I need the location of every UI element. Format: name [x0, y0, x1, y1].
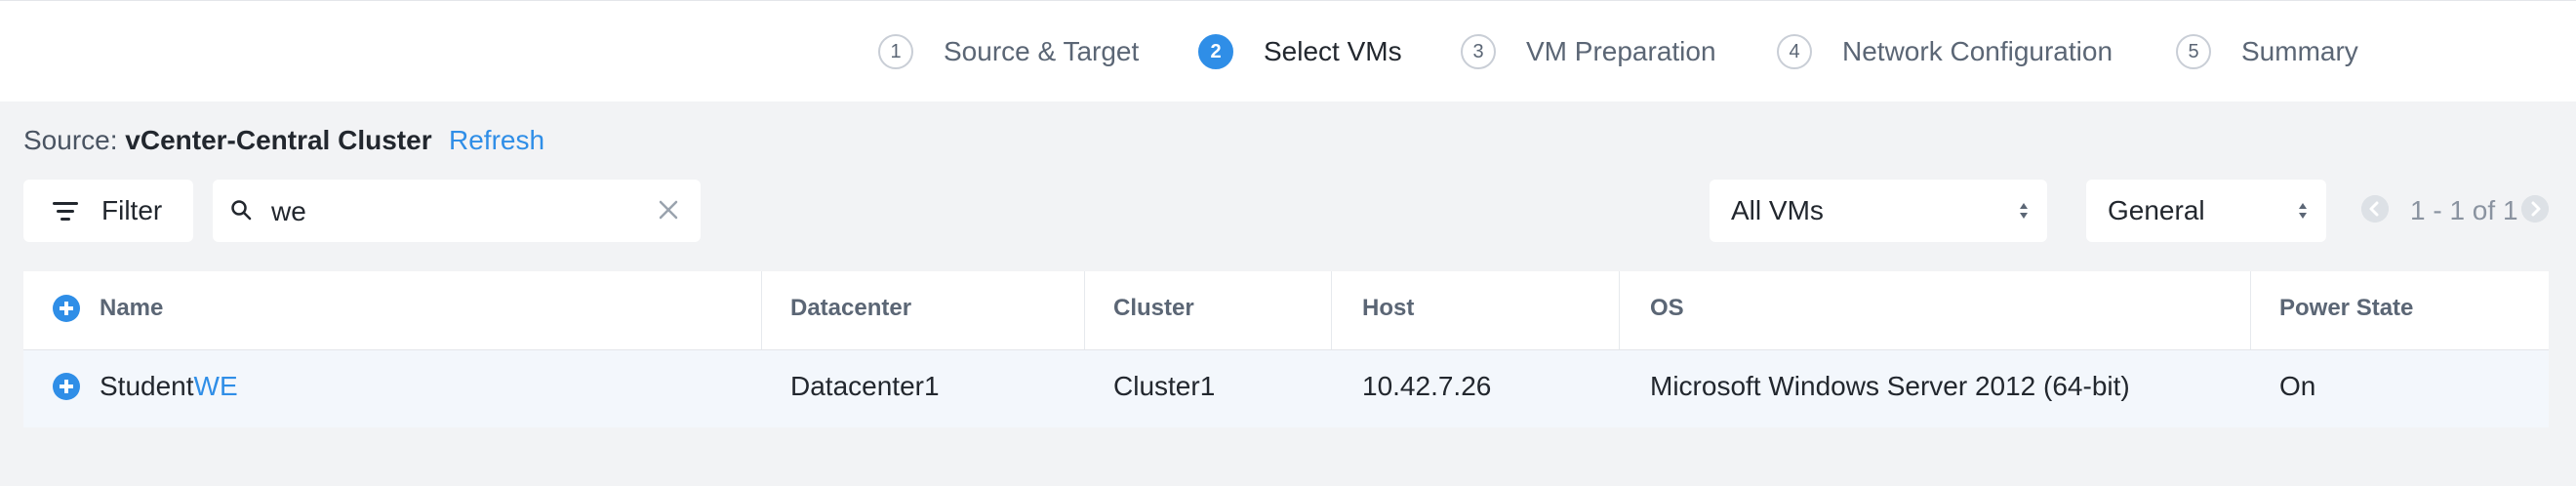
- wizard-header: 1 Source & Target 2 Select VMs 3 VM Prep…: [0, 0, 2576, 101]
- prev-page-icon[interactable]: [2361, 195, 2389, 223]
- pagination: 1 - 1 of 1: [2361, 187, 2556, 234]
- step-label: Summary: [2241, 36, 2358, 66]
- wizard-step-vm-preparation[interactable]: 3 VM Preparation: [1461, 32, 1716, 71]
- step-label: VM Preparation: [1526, 36, 1716, 66]
- os-cell: Microsoft Windows Server 2012 (64-bit): [1650, 371, 2130, 401]
- step-label: Source & Target: [944, 36, 1140, 66]
- table-row[interactable]: [23, 350, 2549, 427]
- column-header-name[interactable]: Name: [100, 295, 163, 322]
- wizard-step-summary[interactable]: 5 Summary: [2176, 32, 2358, 71]
- add-row-icon[interactable]: [53, 373, 80, 400]
- datacenter-cell: Datacenter1: [790, 371, 940, 401]
- select-caret-icon: [2299, 203, 2307, 219]
- select-caret-icon: [2020, 203, 2028, 219]
- filter-icon: [53, 200, 78, 222]
- step-label: Select VMs: [1264, 36, 1402, 66]
- step-number: 5: [2176, 34, 2211, 69]
- source-value: vCenter-Central Cluster: [125, 125, 432, 155]
- power-state-cell: On: [2279, 371, 2316, 401]
- step-number: 2: [1198, 34, 1233, 69]
- search-input[interactable]: [269, 193, 624, 230]
- step-number: 4: [1777, 34, 1812, 69]
- source-info: Source: vCenter-Central Cluster: [23, 125, 432, 156]
- search-icon: [231, 200, 252, 221]
- column-header-power-state[interactable]: Power State: [2279, 295, 2413, 322]
- column-header-os[interactable]: OS: [1650, 295, 1684, 322]
- wizard-step-network-configuration[interactable]: 4 Network Configuration: [1777, 32, 2113, 71]
- vm-name-match: WE: [193, 371, 238, 401]
- wizard-step-source-target[interactable]: 1 Source & Target: [878, 32, 1139, 71]
- view-select[interactable]: General: [2086, 180, 2326, 242]
- vm-name-cell[interactable]: StudentWE: [100, 371, 238, 402]
- table-header: Name Datacenter Cluster Host OS Power St…: [23, 271, 2549, 350]
- cluster-cell: Cluster1: [1113, 371, 1216, 401]
- column-header-host[interactable]: Host: [1362, 295, 1414, 322]
- next-page-icon[interactable]: [2521, 195, 2549, 223]
- clear-icon[interactable]: [656, 197, 681, 223]
- step-label: Network Configuration: [1842, 36, 2113, 66]
- column-header-cluster[interactable]: Cluster: [1113, 295, 1194, 322]
- filter-label: Filter: [101, 195, 163, 225]
- vm-scope-value: All VMs: [1731, 195, 1824, 225]
- view-value: General: [2108, 195, 2205, 225]
- wizard-step-select-vms[interactable]: 2 Select VMs: [1198, 32, 1402, 71]
- pagination-text: 1 - 1 of 1: [2410, 195, 2518, 225]
- source-prefix: Source:: [23, 125, 126, 155]
- host-cell: 10.42.7.26: [1362, 371, 1492, 401]
- search-box: [213, 180, 701, 242]
- step-number: 3: [1461, 34, 1496, 69]
- vm-table: Name Datacenter Cluster Host OS Power St…: [23, 271, 2549, 427]
- add-all-icon[interactable]: [53, 295, 80, 322]
- refresh-link[interactable]: Refresh: [449, 125, 544, 156]
- filter-button[interactable]: Filter: [23, 180, 193, 242]
- vm-scope-select[interactable]: All VMs: [1710, 180, 2047, 242]
- step-number: 1: [878, 34, 913, 69]
- vm-name-prefix: Student: [100, 371, 194, 401]
- column-header-datacenter[interactable]: Datacenter: [790, 295, 911, 322]
